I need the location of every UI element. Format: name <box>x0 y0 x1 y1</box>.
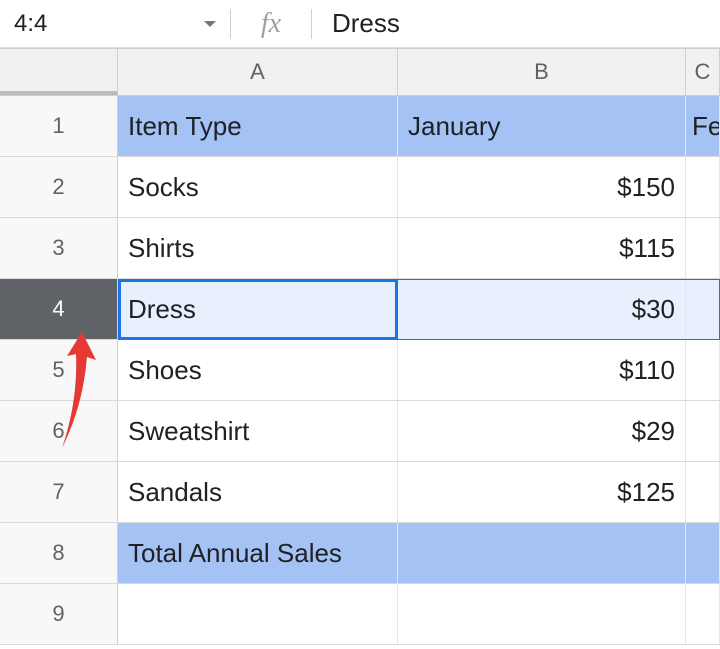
fx-icon: fx <box>231 8 311 40</box>
cell-b1[interactable]: January <box>398 96 686 156</box>
cell-a5[interactable]: Shoes <box>118 340 398 400</box>
table-row: 3 Shirts $115 <box>0 218 720 279</box>
table-row: 1 Item Type January Fe <box>0 96 720 157</box>
table-row: 7 Sandals $125 <box>0 462 720 523</box>
cell-c2[interactable] <box>686 157 720 217</box>
row-header-8[interactable]: 8 <box>0 523 118 583</box>
formula-bar: 4:4 fx Dress <box>0 0 720 48</box>
cell-b3[interactable]: $115 <box>398 218 686 278</box>
cell-c1[interactable]: Fe <box>686 96 720 156</box>
cell-c3[interactable] <box>686 218 720 278</box>
row-header-9[interactable]: 9 <box>0 584 118 644</box>
column-header-a[interactable]: A <box>118 49 398 95</box>
cell-c8[interactable] <box>686 523 720 583</box>
table-row: 8 Total Annual Sales <box>0 523 720 584</box>
cell-a6[interactable]: Sweatshirt <box>118 401 398 461</box>
row-header-4[interactable]: 4 <box>0 279 118 339</box>
cell-b5[interactable]: $110 <box>398 340 686 400</box>
cell-a9[interactable] <box>118 584 398 644</box>
cell-c6[interactable] <box>686 401 720 461</box>
cell-a2[interactable]: Socks <box>118 157 398 217</box>
cell-a4[interactable]: Dress <box>118 279 398 339</box>
row-header-7[interactable]: 7 <box>0 462 118 522</box>
row-header-3[interactable]: 3 <box>0 218 118 278</box>
cell-b4[interactable]: $30 <box>398 279 686 339</box>
table-row: 9 <box>0 584 720 645</box>
select-all-corner[interactable] <box>0 49 118 95</box>
table-row: 5 Shoes $110 <box>0 340 720 401</box>
row-header-6[interactable]: 6 <box>0 401 118 461</box>
cell-a1[interactable]: Item Type <box>118 96 398 156</box>
cell-c4[interactable] <box>686 279 720 339</box>
chevron-down-icon[interactable] <box>204 21 216 27</box>
cell-a8[interactable]: Total Annual Sales <box>118 523 398 583</box>
cell-b9[interactable] <box>398 584 686 644</box>
cell-b7[interactable]: $125 <box>398 462 686 522</box>
row-header-2[interactable]: 2 <box>0 157 118 217</box>
cell-a3[interactable]: Shirts <box>118 218 398 278</box>
cell-c5[interactable] <box>686 340 720 400</box>
cell-c7[interactable] <box>686 462 720 522</box>
cell-a7[interactable]: Sandals <box>118 462 398 522</box>
row-header-5[interactable]: 5 <box>0 340 118 400</box>
column-header-c[interactable]: C <box>686 49 720 95</box>
column-header-b[interactable]: B <box>398 49 686 95</box>
cell-c9[interactable] <box>686 584 720 644</box>
name-box[interactable]: 4:4 <box>0 0 230 47</box>
cell-b8[interactable] <box>398 523 686 583</box>
spreadsheet-grid: A B C 1 Item Type January Fe 2 Socks $15… <box>0 48 720 645</box>
table-row: 2 Socks $150 <box>0 157 720 218</box>
name-box-value: 4:4 <box>14 10 47 38</box>
formula-input[interactable]: Dress <box>312 8 720 39</box>
cell-b6[interactable]: $29 <box>398 401 686 461</box>
table-row: 4 Dress $30 <box>0 279 720 340</box>
cell-b2[interactable]: $150 <box>398 157 686 217</box>
table-row: 6 Sweatshirt $29 <box>0 401 720 462</box>
rows-container: 1 Item Type January Fe 2 Socks $150 3 Sh… <box>0 96 720 645</box>
column-header-row: A B C <box>0 48 720 96</box>
row-header-1[interactable]: 1 <box>0 96 118 156</box>
